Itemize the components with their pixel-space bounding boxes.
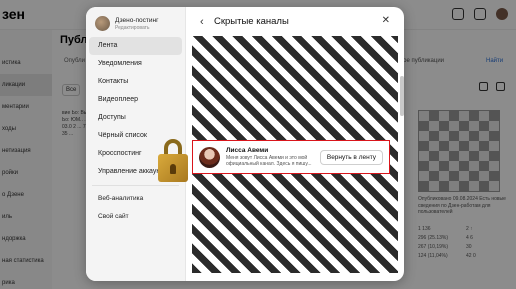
panel-title: Скрытые каналы <box>214 16 289 27</box>
return-to-feed-button[interactable]: Вернуть в ленту <box>319 149 383 165</box>
panel-header: ‹ Скрытые каналы ✕ <box>186 7 404 36</box>
menu-item-video-player[interactable]: Видеоплеер <box>86 91 185 109</box>
chevron-left-icon[interactable]: ‹ <box>200 16 214 28</box>
menu-item-feed[interactable]: Лента <box>89 37 182 55</box>
divider <box>92 185 179 186</box>
menu-item-notifications[interactable]: Уведомления <box>86 55 185 73</box>
profile[interactable]: Дзено-постинг Редактировать <box>86 7 185 37</box>
channel-description: Меня зовут Лисса Авеми и это мой официал… <box>226 155 312 167</box>
menu-item-own-site[interactable]: Свой сайт <box>86 208 185 226</box>
channel-avatar[interactable] <box>199 146 220 168</box>
close-icon[interactable]: ✕ <box>382 15 390 26</box>
profile-edit-link[interactable]: Редактировать <box>115 25 158 31</box>
channel-name[interactable]: Лисса Авеми <box>226 147 318 155</box>
profile-name: Дзено-постинг <box>115 16 159 24</box>
settings-modal: Дзено-постинг Редактировать Лента Уведом… <box>86 7 404 281</box>
hidden-channels-list[interactable]: Лисса Авеми Меня зовут Лисса Авеми и это… <box>192 36 404 273</box>
hidden-channel-item: Лисса Авеми Меня зовут Лисса Авеми и это… <box>192 140 390 174</box>
avatar <box>95 16 110 31</box>
menu-item-web-analytics[interactable]: Веб-аналитика <box>86 190 185 208</box>
menu-item-access[interactable]: Доступы <box>86 109 185 127</box>
scrollbar[interactable] <box>400 76 404 116</box>
hidden-channels-panel: ‹ Скрытые каналы ✕ Лисса Авеми Меня зову… <box>186 7 404 281</box>
lock-icon <box>158 139 188 183</box>
menu-item-contacts[interactable]: Контакты <box>86 73 185 91</box>
